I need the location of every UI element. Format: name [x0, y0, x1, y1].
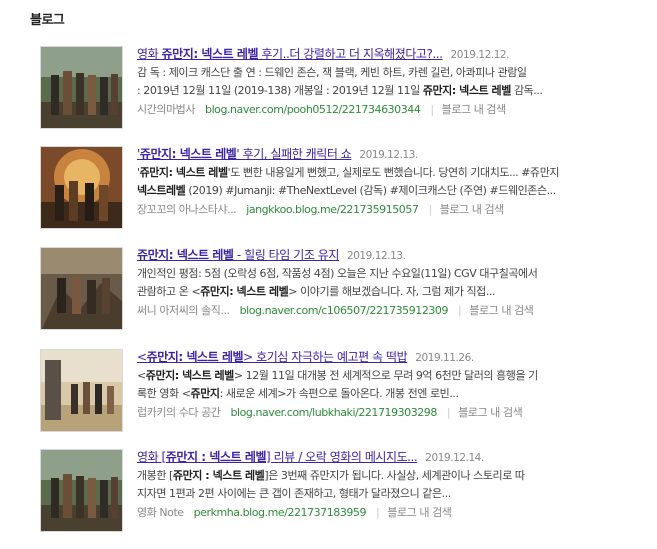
result-title-link[interactable]: '쥬만지: 넥스트 레벨' 후기, 실패한 캐릭터 쇼: [137, 147, 352, 161]
result-title-line: 쥬만지: 넥스트 레벨 - 힐링 타임 기조 유지 2019.12.13.: [137, 246, 637, 265]
blog-result-4: <쥬만지: 넥스트 레벨> 호기심 자극하는 예고편 속 떡밥 2019.11.2…: [0, 349, 657, 449]
result-source-line: 영화 Note perkmha.blog.me/221737183959 | 블로그 …: [137, 504, 637, 522]
blog-name[interactable]: 영화 Note: [137, 506, 184, 519]
result-snippet-line-2: 지자면 1편과 2편 사이에는 큰 갭이 존재하고, 형태가 달라졌으니 같은.…: [137, 487, 451, 500]
blog-name[interactable]: 써니 아저씨의 솔직...: [137, 304, 230, 317]
result-source-line: 시간의마법사 blog.naver.com/pooh0512/2217346303…: [137, 101, 637, 119]
section-title: 블로그: [30, 13, 65, 28]
result-snippet-line-1: 감 독 : 제이크 캐스단 출 연 : 드웨인 존슨, 잭 블랙, 케빈 하트,…: [137, 66, 527, 79]
result-snippet-line-1: '쥬만지: 넥스트 레벨'도 뻔한 내용일게 뻔했고, 실제로도 뻔했습니다. …: [137, 166, 560, 179]
result-title-link[interactable]: <쥬만지: 넥스트 레벨> 호기심 자극하는 예고편 속 떡밥: [137, 350, 408, 364]
blog-result-2: '쥬만지: 넥스트 레벨' 후기, 실패한 캐릭터 쇼 2019.12.13. '…: [0, 146, 657, 246]
result-date: 2019.11.26.: [415, 352, 474, 364]
result-thumbnail[interactable]: [40, 247, 123, 330]
result-source-line: 써니 아저씨의 솔직... blog.naver.com/c106507/2217…: [137, 302, 637, 320]
result-date: 2019.12.12.: [450, 49, 510, 61]
result-title-line: 영화 쥬만지: 넥스트 레벨 후기..더 강렬하고 더 지옥해졌다고?... 20…: [137, 45, 637, 64]
separator: |: [430, 103, 434, 116]
result-url[interactable]: blog.naver.com/pooh0512/221734630344: [205, 103, 421, 116]
result-title-link[interactable]: 쥬만지: 넥스트 레벨 - 힐링 타임 기조 유지: [137, 248, 339, 262]
result-snippet-line-2: 넥스트레벨 (2019) #Jumanji: #TheNextLevel (감독…: [137, 184, 556, 197]
result-title-link[interactable]: 영화 [쥬만지 : 넥스트 레벨] 리뷰 / 오락 영화의 메시지도...: [137, 450, 418, 464]
result-url[interactable]: blog.naver.com/lubkhaki/221719303298: [230, 406, 437, 419]
search-in-blog-link[interactable]: 블로그 내 검색: [458, 406, 523, 419]
result-url[interactable]: blog.naver.com/c106507/221735912309: [240, 304, 449, 317]
result-snippet-line-2: 록한 영화 <쥬만지: 새로운 세계>가 속편으로 돌아온다. 개봉 전엔 로빈…: [137, 387, 459, 400]
result-title-line: '쥬만지: 넥스트 레벨' 후기, 실패한 캐릭터 쇼 2019.12.13.: [137, 145, 637, 164]
blog-name[interactable]: 럽카키의 수다 공간: [137, 406, 221, 419]
blog-name[interactable]: 시간의마법사: [137, 103, 195, 116]
result-source-line: 럽카키의 수다 공간 blog.naver.com/lubkhaki/221719…: [137, 404, 637, 422]
result-thumbnail[interactable]: [40, 146, 123, 229]
result-thumbnail[interactable]: [40, 46, 123, 129]
result-snippet-line-1: 개인적인 평점: 5점 (오락성 6점, 작품성 4점) 오늘은 지난 수요일(…: [137, 267, 538, 280]
result-date: 2019.12.14.: [425, 452, 484, 464]
result-title-line: 영화 [쥬만지 : 넥스트 레벨] 리뷰 / 오락 영화의 메시지도... 201…: [137, 448, 637, 467]
search-in-blog-link[interactable]: 블로그 내 검색: [442, 103, 507, 116]
result-date: 2019.12.13.: [346, 250, 406, 262]
result-snippet-line-1: <쥬만지: 넥스트 레벨> 12월 11일 대개봉 전 세계적으로 무려 9억 …: [137, 369, 538, 382]
result-source-line: 장꼬꼬의 아나스타샤... jangkkoo.blog.me/2217359150…: [137, 201, 637, 219]
result-snippet-line-2: 관람하고 온 <쥬만지: 넥스트 레벨> 이야기를 해보겠습니다. 자, 그럼 …: [137, 285, 495, 298]
search-in-blog-link[interactable]: 블로그 내 검색: [469, 304, 534, 317]
result-url[interactable]: perkmha.blog.me/221737183959: [194, 506, 367, 519]
result-snippet-line-2: : 2019년 12월 11일 (2019-138) 개봉일 : 2019년 1…: [137, 84, 543, 97]
separator: |: [376, 506, 380, 519]
blog-result-5: 영화 [쥬만지 : 넥스트 레벨] 리뷰 / 오락 영화의 메시지도... 201…: [0, 449, 657, 549]
result-thumbnail[interactable]: [40, 349, 123, 432]
result-snippet-line-1: 개봉한 [쥬만지 : 넥스트 레벨]은 3번째 쥬만지가 됩니다. 사실상, 세…: [137, 469, 525, 482]
search-in-blog-link[interactable]: 블로그 내 검색: [440, 203, 505, 216]
result-url[interactable]: jangkkoo.blog.me/221735915057: [246, 203, 419, 216]
separator: |: [458, 304, 462, 317]
separator: |: [428, 203, 432, 216]
result-title-link[interactable]: 영화 쥬만지: 넥스트 레벨 후기..더 강렬하고 더 지옥해졌다고?...: [137, 47, 443, 61]
result-thumbnail[interactable]: [40, 449, 123, 532]
result-date: 2019.12.13.: [359, 149, 418, 161]
search-in-blog-link[interactable]: 블로그 내 검색: [387, 506, 452, 519]
separator: |: [446, 406, 451, 419]
blog-name[interactable]: 장꼬꼬의 아나스타샤...: [137, 203, 237, 216]
result-title-line: <쥬만지: 넥스트 레벨> 호기심 자극하는 예고편 속 떡밥 2019.11.2…: [137, 348, 637, 367]
blog-result-1: 영화 쥬만지: 넥스트 레벨 후기..더 강렬하고 더 지옥해졌다고?... 20…: [0, 46, 657, 146]
blog-result-3: 쥬만지: 넥스트 레벨 - 힐링 타임 기조 유지 2019.12.13. 개인적…: [0, 247, 657, 347]
